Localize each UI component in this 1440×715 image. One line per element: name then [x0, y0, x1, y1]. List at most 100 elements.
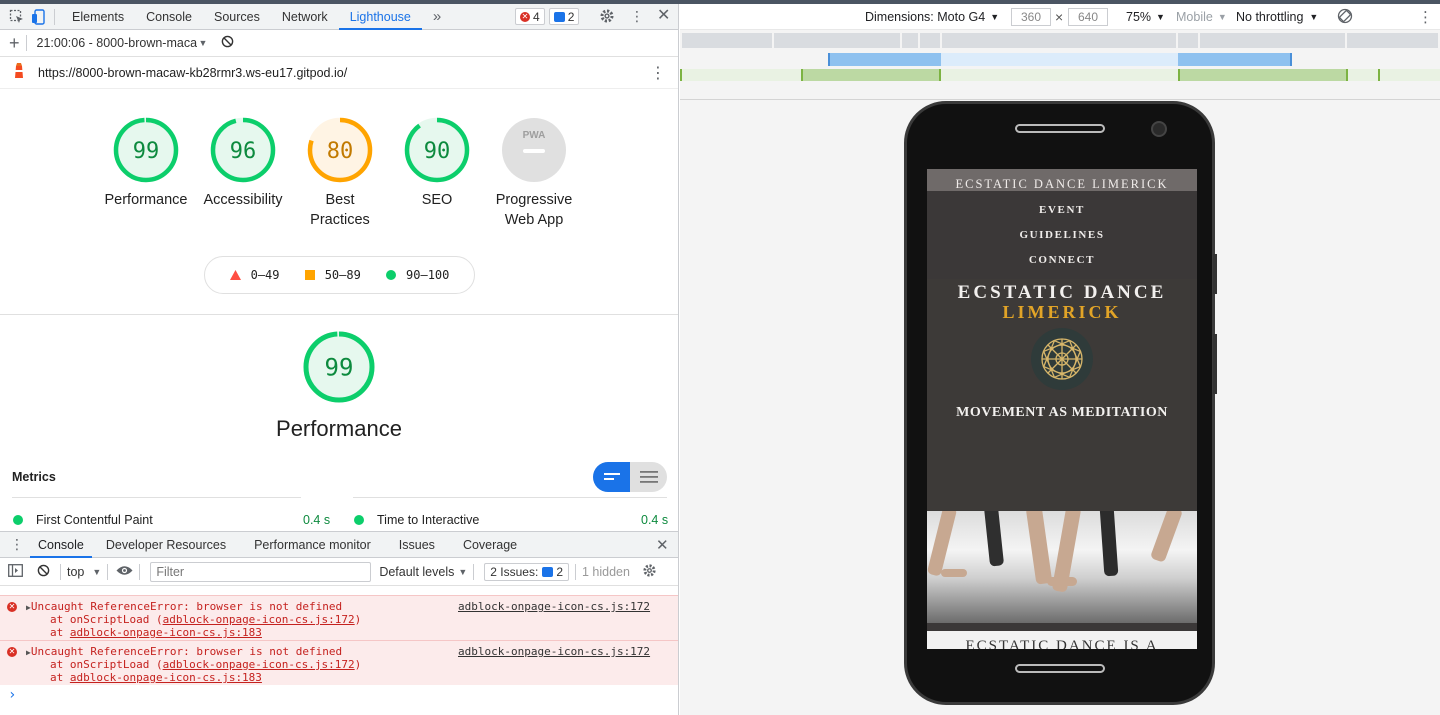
gauge-accessibility[interactable]: 96 Accessibility: [193, 116, 293, 210]
console-prompt[interactable]: ›: [8, 687, 16, 703]
site-nav-event[interactable]: EVENT: [927, 204, 1197, 229]
close-devtools-icon[interactable]: ✕: [657, 7, 670, 25]
tab-network[interactable]: Network: [271, 4, 339, 30]
gauge-seo[interactable]: 90 SEO: [387, 116, 487, 210]
gauge-best-practices[interactable]: 80 Best Practices: [290, 116, 390, 230]
pass-circle-icon: [13, 515, 23, 525]
error-icon: ✕: [7, 602, 17, 612]
device-more-icon[interactable]: ⋮: [1418, 8, 1433, 26]
drawer-tab-issues[interactable]: Issues: [385, 532, 449, 558]
toolbar-separator: [107, 563, 109, 580]
stack-link[interactable]: adblock-onpage-icon-cs.js:183: [70, 626, 262, 639]
device-height-input[interactable]: 640: [1068, 7, 1108, 26]
drawer-tab-developer-resources[interactable]: Developer Resources: [92, 532, 240, 558]
throttling-selector[interactable]: No throttling ▼: [1236, 10, 1318, 24]
errors-badge[interactable]: ✕ 4: [515, 8, 545, 25]
legend-average: 50–89: [304, 268, 361, 282]
sidebar-toggle-icon[interactable]: [8, 563, 23, 580]
device-width-input[interactable]: 360: [1011, 7, 1051, 26]
console-filter-input[interactable]: Filter: [150, 561, 372, 582]
section-divider: [0, 314, 678, 315]
report-url: https://8000-brown-macaw-kb28rmr3.ws-eu1…: [38, 65, 348, 80]
report-menu-icon[interactable]: ⋮: [650, 63, 666, 83]
device-dimensions-selector[interactable]: Dimensions: Moto G4 ▼: [865, 10, 999, 24]
gauge-ring: 90: [404, 117, 470, 183]
stack-link[interactable]: adblock-onpage-icon-cs.js:172: [163, 613, 355, 626]
toolbar-separator: [25, 35, 27, 51]
kebab-menu-icon[interactable]: ⋮: [630, 8, 644, 24]
close-drawer-icon[interactable]: ✕: [656, 536, 669, 554]
error-text[interactable]: ▶Uncaught ReferenceError: browser is not…: [26, 600, 342, 613]
clear-console-icon[interactable]: [37, 564, 50, 580]
toolbar-separator: [575, 563, 576, 580]
site-nav-guidelines[interactable]: GUIDELINES: [927, 229, 1197, 254]
live-expression-eye-icon[interactable]: [116, 565, 133, 579]
compact-view-icon[interactable]: [593, 462, 630, 492]
gauge-pwa[interactable]: PWA Progressive Web App: [484, 116, 584, 230]
pwa-badge-icon: PWA: [502, 118, 566, 182]
site-intro-heading: ECSTATIC DANCE IS A: [927, 631, 1197, 649]
site-top-title[interactable]: ECSTATIC DANCE LIMERICK: [927, 169, 1197, 191]
tab-lighthouse[interactable]: Lighthouse: [338, 4, 422, 30]
inspect-element-icon[interactable]: [8, 8, 26, 26]
dropdown-arrow-icon: ▼: [458, 566, 468, 577]
zoom-selector[interactable]: 75% ▼: [1126, 10, 1165, 24]
context-selector[interactable]: top ▼: [67, 565, 101, 579]
gauge-label: SEO: [421, 192, 453, 208]
settings-gear-icon[interactable]: [599, 8, 615, 27]
gauge-performance[interactable]: 99 Performance: [96, 116, 196, 210]
hero-tagline: MOVEMENT AS MEDITATION: [956, 405, 1168, 420]
dancers-photo: [927, 511, 1197, 623]
message-icon: [553, 11, 565, 22]
metric-fcp-value: 0.4 s: [303, 513, 331, 527]
mandala-logo-icon: [1031, 328, 1093, 390]
messages-badge[interactable]: 2: [548, 8, 580, 25]
pass-circle-icon: [354, 515, 364, 525]
expanded-view-icon[interactable]: [630, 462, 667, 492]
devtools-tabbar: Elements Console Sources Network Lightho…: [0, 4, 678, 30]
triangle-icon: [229, 270, 241, 280]
site-nav-connect[interactable]: CONNECT: [927, 254, 1197, 279]
gauge-label: Accessibility: [203, 192, 283, 208]
device-type-selector[interactable]: Mobile ▼: [1176, 10, 1227, 24]
lighthouse-report: 99 Performance 96 Accessibility 80 Best P…: [0, 94, 678, 531]
rotate-icon[interactable]: [1337, 8, 1353, 27]
stack-link[interactable]: adblock-onpage-icon-cs.js:172: [163, 658, 355, 671]
dropdown-arrow-icon: ▼: [198, 38, 208, 48]
report-selector[interactable]: 21:00:06 - 8000-brown-macaв ▼: [37, 36, 208, 50]
message-source-link[interactable]: adblock-onpage-icon-cs.js:172: [458, 600, 650, 613]
stack-link[interactable]: adblock-onpage-icon-cs.js:183: [70, 671, 262, 684]
drawer-menu-icon[interactable]: ⋮: [10, 536, 24, 553]
new-report-plus-icon[interactable]: +: [9, 34, 20, 52]
metric-fcp: First Contentful Paint: [13, 513, 153, 527]
stack-line: at adblock-onpage-icon-cs.js:183: [50, 626, 262, 639]
square-icon: [304, 270, 315, 280]
phone-side-button: [1213, 334, 1217, 394]
drawer-tab-console[interactable]: Console: [30, 532, 92, 558]
tab-sources[interactable]: Sources: [203, 4, 271, 30]
clear-reports-icon[interactable]: [221, 35, 234, 51]
media-query-bar-2[interactable]: [680, 53, 1440, 66]
drawer-tab-coverage[interactable]: Coverage: [449, 532, 531, 558]
console-settings-gear-icon[interactable]: [642, 563, 657, 581]
more-tabs-button[interactable]: »: [422, 4, 452, 30]
metrics-view-toggle[interactable]: [593, 462, 667, 492]
message-source-link[interactable]: adblock-onpage-icon-cs.js:172: [458, 645, 650, 658]
gauge-score: 90: [424, 139, 451, 164]
issues-badge[interactable]: 2 Issues: 2: [484, 562, 569, 581]
tab-elements[interactable]: Elements: [61, 4, 135, 30]
dropdown-arrow-icon: ▼: [92, 566, 102, 577]
gauge-score: 99: [133, 139, 160, 164]
log-levels-selector[interactable]: Default levels ▼: [379, 565, 467, 579]
tab-console[interactable]: Console: [135, 4, 203, 30]
media-query-bar-3[interactable]: [680, 69, 1440, 81]
drawer-tab-performance-monitor[interactable]: Performance monitor: [240, 532, 385, 558]
error-text[interactable]: ▶Uncaught ReferenceError: browser is not…: [26, 645, 342, 658]
stack-line: at onScriptLoad (adblock-onpage-icon-cs.…: [50, 658, 362, 671]
emulated-website-viewport[interactable]: ECSTATIC DANCE LIMERICK EVENT GUIDELINES…: [927, 169, 1197, 649]
device-toolbar-icon[interactable]: [30, 8, 48, 26]
svg-text:PWA: PWA: [523, 130, 546, 141]
legend-pass: 90–100: [386, 268, 449, 282]
media-query-bar-1[interactable]: [680, 33, 1440, 48]
legend-fail: 0–49: [229, 268, 280, 282]
